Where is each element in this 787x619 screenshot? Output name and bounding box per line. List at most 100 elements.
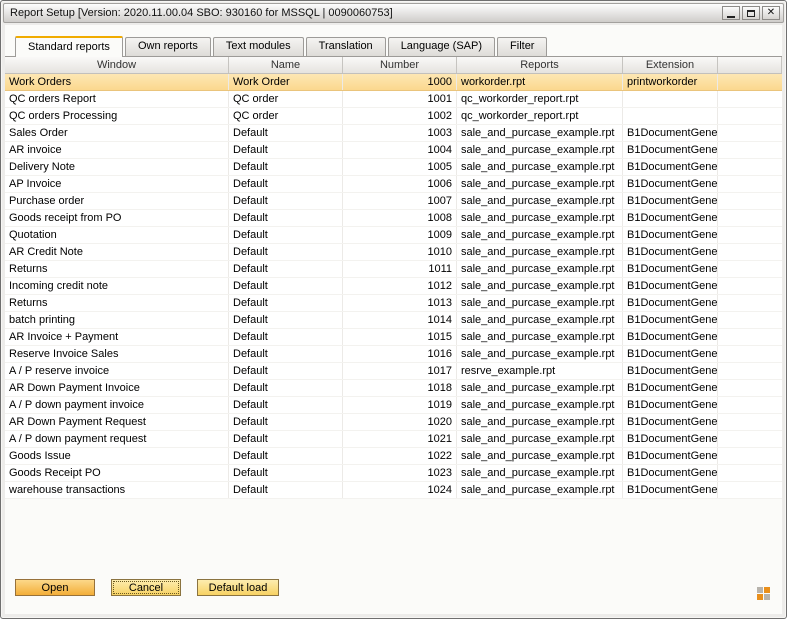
titlebar[interactable]: Report Setup [Version: 2020.11.00.04 SBO… (3, 3, 784, 23)
cell[interactable]: Default (229, 193, 343, 209)
cell[interactable]: Quotation (5, 227, 229, 243)
cell[interactable]: B1DocumentGener (623, 363, 718, 379)
table-row[interactable]: Reserve Invoice SalesDefault1016sale_and… (5, 346, 782, 363)
minimize-button[interactable] (722, 6, 740, 20)
cell[interactable] (718, 176, 782, 192)
cell[interactable] (718, 329, 782, 345)
cell[interactable]: Default (229, 329, 343, 345)
cell[interactable]: sale_and_purcase_example.rpt (457, 193, 623, 209)
cell[interactable]: Default (229, 176, 343, 192)
cell[interactable] (718, 482, 782, 498)
cell[interactable]: sale_and_purcase_example.rpt (457, 431, 623, 447)
cell[interactable]: AR Invoice + Payment (5, 329, 229, 345)
cell[interactable]: Reserve Invoice Sales (5, 346, 229, 362)
cell[interactable]: B1DocumentGener (623, 261, 718, 277)
cell[interactable]: workorder.rpt (457, 74, 623, 90)
column-header-name[interactable]: Name (229, 57, 343, 73)
default-load-button[interactable]: Default load (197, 579, 279, 596)
cell[interactable]: sale_and_purcase_example.rpt (457, 159, 623, 175)
cell[interactable]: Default (229, 125, 343, 141)
cell[interactable] (718, 346, 782, 362)
cell[interactable]: 1001 (343, 91, 457, 107)
cell[interactable]: 1022 (343, 448, 457, 464)
cell[interactable]: B1DocumentGener (623, 414, 718, 430)
cell[interactable] (718, 312, 782, 328)
column-header-extension[interactable]: Extension (623, 57, 718, 73)
table-row[interactable]: A / P reserve invoiceDefault1017resrve_e… (5, 363, 782, 380)
cell[interactable]: sale_and_purcase_example.rpt (457, 244, 623, 260)
cell[interactable]: 1016 (343, 346, 457, 362)
tab-language-sap[interactable]: Language (SAP) (388, 37, 495, 56)
open-button[interactable]: Open (15, 579, 95, 596)
cell[interactable]: sale_and_purcase_example.rpt (457, 414, 623, 430)
cell[interactable]: 1017 (343, 363, 457, 379)
table-row[interactable]: A / P down payment requestDefault1021sal… (5, 431, 782, 448)
cell[interactable]: Default (229, 397, 343, 413)
cell[interactable]: AR Down Payment Request (5, 414, 229, 430)
cell[interactable]: Incoming credit note (5, 278, 229, 294)
cell[interactable] (718, 431, 782, 447)
close-button[interactable]: ✕ (762, 6, 780, 20)
table-row[interactable]: Goods IssueDefault1022sale_and_purcase_e… (5, 448, 782, 465)
cell[interactable]: B1DocumentGener (623, 125, 718, 141)
cell[interactable]: sale_and_purcase_example.rpt (457, 312, 623, 328)
cell[interactable]: 1003 (343, 125, 457, 141)
cell[interactable]: sale_and_purcase_example.rpt (457, 142, 623, 158)
cell[interactable]: 1019 (343, 397, 457, 413)
cell[interactable]: B1DocumentGener (623, 176, 718, 192)
column-header-number[interactable]: Number (343, 57, 457, 73)
cell[interactable]: B1DocumentGener (623, 380, 718, 396)
cell[interactable] (718, 125, 782, 141)
cell[interactable] (623, 108, 718, 124)
cell[interactable]: AR invoice (5, 142, 229, 158)
cell[interactable]: Default (229, 448, 343, 464)
column-header-reports[interactable]: Reports (457, 57, 623, 73)
tab-translation[interactable]: Translation (306, 37, 386, 56)
table-row[interactable]: AR Down Payment InvoiceDefault1018sale_a… (5, 380, 782, 397)
table-row[interactable]: A / P down payment invoiceDefault1019sal… (5, 397, 782, 414)
table-row[interactable]: AR Credit NoteDefault1010sale_and_purcas… (5, 244, 782, 261)
cell[interactable]: QC order (229, 91, 343, 107)
cell[interactable]: printworkorder (623, 74, 718, 90)
cell[interactable]: 1006 (343, 176, 457, 192)
cell[interactable]: sale_and_purcase_example.rpt (457, 329, 623, 345)
cell[interactable]: 1021 (343, 431, 457, 447)
table-row[interactable]: Delivery NoteDefault1005sale_and_purcase… (5, 159, 782, 176)
cell[interactable]: 1007 (343, 193, 457, 209)
cell[interactable]: QC orders Processing (5, 108, 229, 124)
table-row[interactable]: QC orders ProcessingQC order1002qc_worko… (5, 108, 782, 125)
cell[interactable]: Default (229, 210, 343, 226)
cell[interactable]: B1DocumentGener (623, 312, 718, 328)
cell[interactable]: Returns (5, 261, 229, 277)
cell[interactable]: Default (229, 312, 343, 328)
cell[interactable]: Sales Order (5, 125, 229, 141)
cell[interactable]: 1024 (343, 482, 457, 498)
tab-own-reports[interactable]: Own reports (125, 37, 211, 56)
cell[interactable]: A / P reserve invoice (5, 363, 229, 379)
cell[interactable]: 1002 (343, 108, 457, 124)
cell[interactable]: sale_and_purcase_example.rpt (457, 482, 623, 498)
cell[interactable]: Default (229, 380, 343, 396)
cell[interactable]: Delivery Note (5, 159, 229, 175)
cell[interactable]: Default (229, 278, 343, 294)
cell[interactable]: Default (229, 346, 343, 362)
cell[interactable] (718, 448, 782, 464)
table-row[interactable]: Purchase orderDefault1007sale_and_purcas… (5, 193, 782, 210)
table-row[interactable]: Incoming credit noteDefault1012sale_and_… (5, 278, 782, 295)
cell[interactable]: Purchase order (5, 193, 229, 209)
column-header-window[interactable]: Window (5, 57, 229, 73)
tab-filter[interactable]: Filter (497, 37, 547, 56)
cell[interactable] (718, 261, 782, 277)
cell[interactable]: 1023 (343, 465, 457, 481)
table-row[interactable]: AR Down Payment RequestDefault1020sale_a… (5, 414, 782, 431)
table-row[interactable]: Goods receipt from PODefault1008sale_and… (5, 210, 782, 227)
cell[interactable]: Default (229, 244, 343, 260)
cell[interactable]: B1DocumentGener (623, 193, 718, 209)
cell[interactable] (718, 295, 782, 311)
cell[interactable]: AR Down Payment Invoice (5, 380, 229, 396)
table-row[interactable]: batch printingDefault1014sale_and_purcas… (5, 312, 782, 329)
cell[interactable]: Default (229, 482, 343, 498)
cell[interactable] (718, 465, 782, 481)
cell[interactable] (718, 278, 782, 294)
cell[interactable]: sale_and_purcase_example.rpt (457, 227, 623, 243)
